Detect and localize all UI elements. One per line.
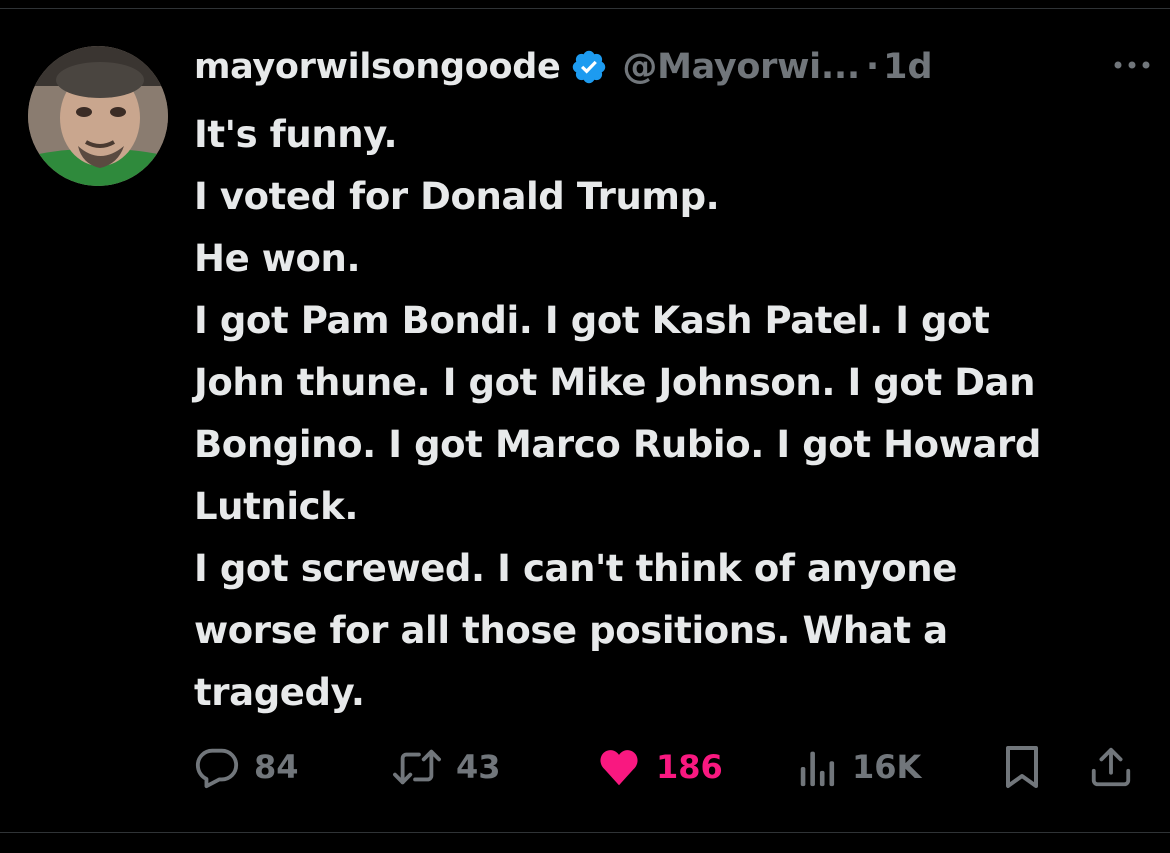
heart-icon bbox=[596, 744, 642, 790]
share-button[interactable] bbox=[1088, 740, 1134, 794]
share-icon bbox=[1088, 744, 1134, 790]
tweet-header: mayorwilsongoode @Mayorwi... · 1d bbox=[194, 42, 1154, 92]
top-divider bbox=[0, 8, 1170, 9]
like-button[interactable]: 186 bbox=[596, 740, 723, 794]
display-name[interactable]: mayorwilsongoode bbox=[194, 47, 561, 87]
tweet-text-line: I voted for Donald Trump. bbox=[194, 175, 720, 218]
retweet-icon bbox=[392, 744, 442, 790]
tweet-text-line: I got screwed. I can't think of anyone bbox=[194, 547, 957, 590]
views-icon bbox=[798, 744, 838, 790]
reply-count: 84 bbox=[254, 748, 299, 786]
tweet-text-line: Lutnick. bbox=[194, 485, 359, 528]
timestamp[interactable]: 1d bbox=[883, 47, 932, 87]
tweet-text-line: I got Pam Bondi. I got Kash Patel. I got bbox=[194, 299, 990, 342]
tweet-text-line: worse for all those positions. What a bbox=[194, 609, 948, 652]
reply-icon bbox=[194, 744, 240, 790]
tweet-text-line: Bongino. I got Marco Rubio. I got Howard bbox=[194, 423, 1041, 466]
bookmark-icon bbox=[1000, 743, 1044, 791]
bottom-divider bbox=[0, 832, 1170, 833]
avatar[interactable] bbox=[28, 46, 168, 186]
handle[interactable]: @Mayorwi... bbox=[622, 47, 860, 87]
tweet-text: It's funny. I voted for Donald Trump. He… bbox=[194, 104, 1144, 724]
views-button[interactable]: 16K bbox=[798, 740, 921, 794]
like-count: 186 bbox=[656, 748, 723, 786]
retweet-button[interactable]: 43 bbox=[392, 740, 501, 794]
tweet-text-line: tragedy. bbox=[194, 671, 365, 714]
tweet-text-line: It's funny. bbox=[194, 113, 398, 156]
verified-badge-icon bbox=[570, 48, 608, 86]
tweet-text-line: He won. bbox=[194, 237, 361, 280]
tweet-actions: 84 43 186 16K bbox=[194, 740, 1140, 794]
bookmark-button[interactable] bbox=[1000, 740, 1044, 794]
tweet-text-line: John thune. I got Mike Johnson. I got Da… bbox=[194, 361, 1036, 404]
more-icon[interactable] bbox=[1110, 50, 1154, 80]
separator-dot: · bbox=[865, 47, 880, 87]
views-count: 16K bbox=[852, 748, 922, 786]
reply-button[interactable]: 84 bbox=[194, 740, 299, 794]
retweet-count: 43 bbox=[456, 748, 501, 786]
